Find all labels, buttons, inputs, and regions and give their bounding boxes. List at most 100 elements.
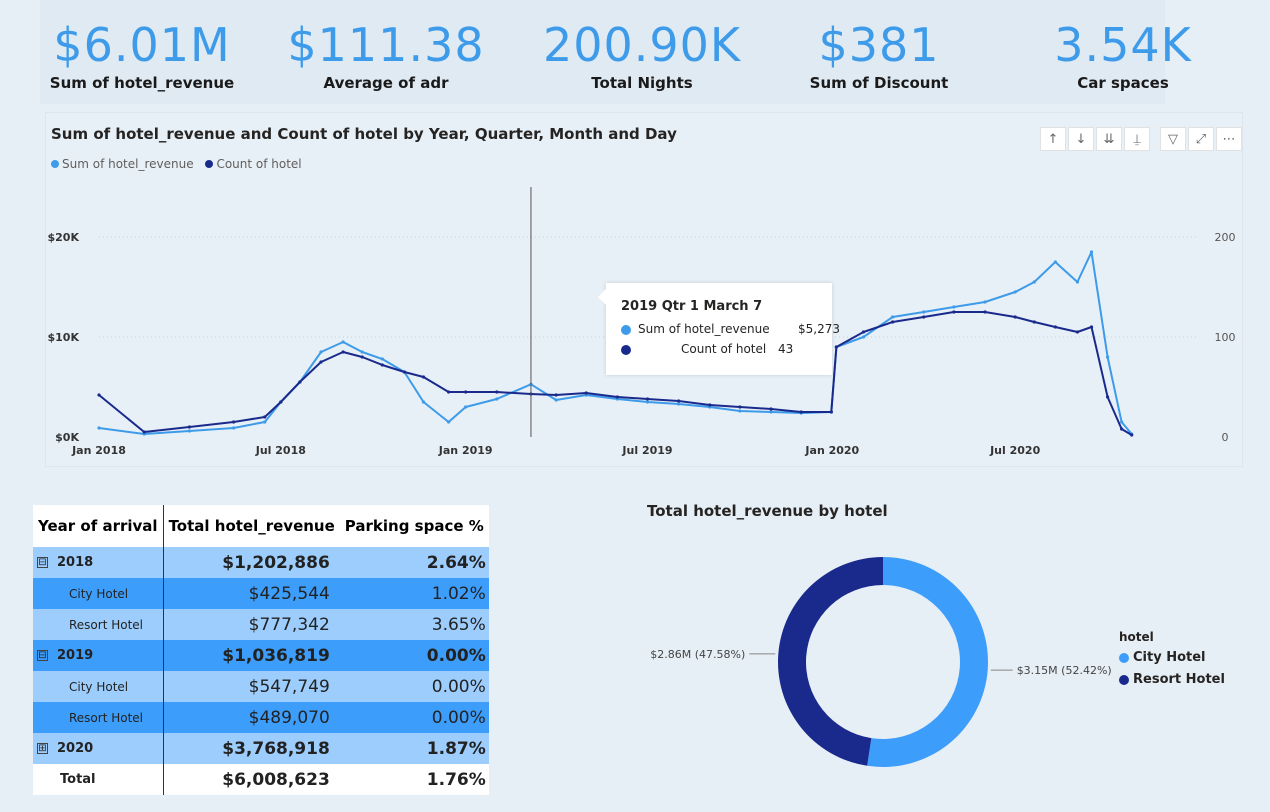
cell-parking: 0.00% <box>339 702 489 733</box>
legend-label: Count of hotel <box>216 157 302 171</box>
collapse-icon[interactable]: ⊟ <box>37 650 48 661</box>
data-point <box>1089 325 1094 329</box>
donut-chart-svg[interactable]: $3.15M (52.42%) $2.86M (47.58%) <box>640 540 1120 785</box>
data-point <box>1032 280 1036 284</box>
data-point <box>738 409 742 413</box>
collapse-icon[interactable]: ⊟ <box>37 557 48 568</box>
data-point <box>645 397 650 401</box>
legend-dot <box>205 160 214 168</box>
table-row-2019: ⊟ 2019 $1,036,819 0.00% <box>33 640 489 671</box>
kpi-card-revenue[interactable]: $6.01M Sum of hotel_revenue <box>32 0 252 104</box>
tooltip-value: 43 <box>778 342 794 356</box>
cell-revenue: $777,342 <box>163 609 340 640</box>
legend-item-count[interactable]: Count of hotel <box>205 157 302 171</box>
chart-tooltip: 2019 Qtr 1 March 7 Sum of hotel_revenue … <box>598 283 840 375</box>
data-point <box>584 391 588 395</box>
data-point <box>446 390 451 394</box>
row-label: Total <box>33 764 164 795</box>
data-point <box>263 415 267 419</box>
y2-tick-label: 0 <box>1222 431 1229 444</box>
y2-tick-label: 200 <box>1215 231 1236 244</box>
kpi-card-nights[interactable]: 200.90K Total Nights <box>532 0 752 104</box>
data-point <box>922 315 926 319</box>
kpi-card-discount[interactable]: $381 Sum of Discount <box>769 0 989 104</box>
data-point <box>829 410 833 414</box>
expand-all-icon[interactable]: ⇊ <box>1096 127 1122 151</box>
data-point <box>677 402 681 406</box>
legend-item-city[interactable]: City Hotel <box>1119 650 1225 665</box>
data-point <box>1075 280 1080 284</box>
data-point <box>615 395 619 399</box>
expand-hierarchy-icon[interactable]: ⍊ <box>1124 127 1150 151</box>
x-tick-label: Jan 2019 <box>438 444 493 457</box>
legend-item-resort[interactable]: Resort Hotel <box>1119 672 1225 687</box>
data-point <box>298 380 302 384</box>
kpi-label: Total Nights <box>591 74 693 92</box>
tooltip-row-count: Count of hotel 43 <box>621 342 821 356</box>
data-point <box>891 315 895 319</box>
row-label-text: 2020 <box>57 741 94 756</box>
more-options-icon[interactable]: ⋯ <box>1216 127 1242 151</box>
cell-parking: 3.65% <box>339 609 489 640</box>
x-tick-label: Jul 2018 <box>255 444 306 457</box>
data-point <box>708 403 712 407</box>
table-row: Resort Hotel $489,070 0.00% <box>33 702 489 733</box>
row-label: City Hotel <box>33 578 164 609</box>
row-label: ⊞ 2020 <box>33 733 164 764</box>
data-point <box>983 300 987 304</box>
kpi-label: Sum of hotel_revenue <box>49 74 235 92</box>
data-point <box>464 405 468 409</box>
data-point <box>861 330 866 334</box>
header-year[interactable]: Year of arrival <box>33 505 164 547</box>
x-tick-label: Jan 2018 <box>71 444 126 457</box>
x-tick-label: Jan 2020 <box>804 444 859 457</box>
data-point <box>464 390 468 394</box>
legend-item-revenue[interactable]: Sum of hotel_revenue <box>51 157 194 171</box>
data-point <box>1053 325 1057 329</box>
kpi-label: Average of adr <box>323 74 449 92</box>
tooltip-name: Sum of hotel_revenue <box>638 322 770 336</box>
expand-icon[interactable]: ⊞ <box>37 743 48 754</box>
data-point <box>1089 250 1094 254</box>
data-point <box>1075 330 1080 334</box>
data-point <box>97 393 101 397</box>
data-point <box>360 355 364 359</box>
legend-label: Resort Hotel <box>1133 672 1225 687</box>
data-label: $3.15M (52.42%) <box>1017 664 1112 677</box>
drill-down-icon[interactable]: ↓ <box>1068 127 1094 151</box>
data-point <box>279 400 283 404</box>
drill-up-icon[interactable]: ↑ <box>1040 127 1066 151</box>
y-tick-label: $20K <box>48 231 80 244</box>
table-row-2020: ⊞ 2020 $3,768,918 1.87% <box>33 733 489 764</box>
data-point <box>952 310 956 314</box>
data-point <box>799 410 803 414</box>
data-point <box>421 400 426 404</box>
revenue-matrix[interactable]: Year of arrival Total hotel_revenue Park… <box>33 505 490 795</box>
y-tick-label: $10K <box>48 331 80 344</box>
row-label: City Hotel <box>33 671 164 702</box>
data-point <box>187 429 192 433</box>
data-point <box>341 350 345 354</box>
kpi-card-adr[interactable]: $111.38 Average of adr <box>276 0 496 104</box>
cell-parking: 0.00% <box>339 640 489 671</box>
data-point <box>861 335 866 339</box>
filter-icon[interactable]: ▽ <box>1160 127 1186 151</box>
tooltip-name: Count of hotel <box>681 342 767 356</box>
table-row-2018: ⊟ 2018 $1,202,886 2.64% <box>33 547 489 578</box>
header-parking[interactable]: Parking space % <box>339 505 489 547</box>
kpi-label: Sum of Discount <box>809 74 949 92</box>
tooltip-dot <box>621 344 631 355</box>
x-tick-label: Jul 2020 <box>989 444 1040 457</box>
focus-mode-icon[interactable]: ⤢ <box>1188 127 1214 151</box>
y2-tick-label: 100 <box>1215 331 1236 344</box>
data-point <box>341 340 345 344</box>
kpi-card-car-spaces[interactable]: 3.54K Car spaces <box>1013 0 1233 104</box>
table-row: City Hotel $425,544 1.02% <box>33 578 489 609</box>
header-revenue[interactable]: Total hotel_revenue <box>163 505 340 547</box>
cell-parking: 1.87% <box>339 733 489 764</box>
data-point <box>645 400 650 404</box>
legend-dot <box>51 160 59 168</box>
matrix-header-row: Year of arrival Total hotel_revenue Park… <box>33 505 489 547</box>
data-point <box>1032 320 1036 324</box>
data-point <box>495 397 499 401</box>
